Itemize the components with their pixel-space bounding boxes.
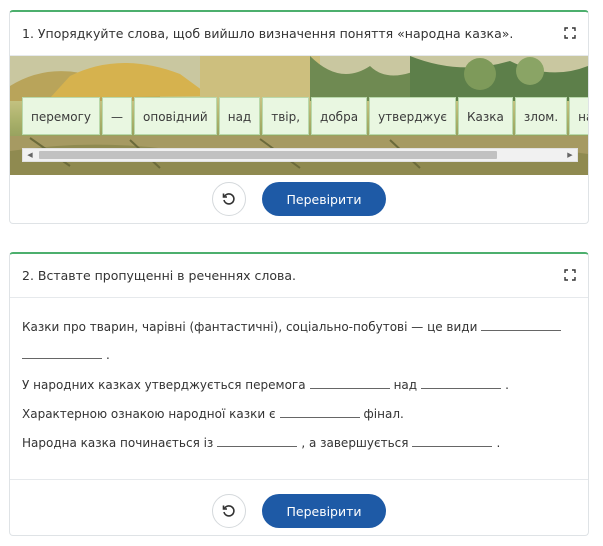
task-2-header: 2. Вставте пропущенні в реченнях слова. (10, 254, 588, 298)
task-1-header: 1. Упорядкуйте слова, щоб вийшло визначе… (10, 12, 588, 56)
reset-icon (222, 193, 235, 205)
word-chip[interactable]: Казка (458, 97, 513, 135)
word-chip[interactable]: — (102, 97, 133, 135)
blank-input[interactable] (421, 376, 502, 389)
task-1-title: 1. Упорядкуйте слова, щоб вийшло визначе… (22, 26, 514, 41)
check-button[interactable]: Перевірити (262, 494, 386, 528)
scroll-left-icon[interactable]: ◀ (23, 149, 37, 161)
blank-input[interactable] (22, 346, 102, 359)
word-chip[interactable]: наро (569, 97, 588, 135)
word-bank: перемогу — оповідний над твір, добра утв… (22, 97, 588, 135)
blank-input[interactable] (309, 376, 390, 389)
reset-button[interactable] (212, 182, 246, 216)
horizontal-scrollbar[interactable]: ◀ ▶ (22, 148, 578, 162)
word-chip[interactable]: над (218, 97, 261, 135)
sentence-4: Народна казка починається із, а завершує… (22, 434, 501, 450)
word-chip[interactable]: утверджує (369, 97, 457, 135)
blank-input[interactable] (412, 434, 493, 447)
sentence-1-cont: . (22, 346, 110, 362)
sentence-2: У народних казках утверджується перемога… (22, 376, 509, 392)
word-chip[interactable]: злом. (514, 97, 568, 135)
sentence-3: Характерною ознакою народної казки є фіна… (22, 405, 404, 421)
sentence-1: Казки про тварин, чарівні (фантастичні),… (22, 318, 565, 334)
task-2-title: 2. Вставте пропущенні в реченнях слова. (22, 268, 296, 283)
task-1-actions: Перевірити (10, 182, 588, 216)
divider (10, 479, 588, 480)
reset-icon (222, 505, 235, 517)
fullscreen-icon[interactable] (562, 267, 578, 283)
word-chip[interactable]: твір, (262, 97, 310, 135)
word-chip[interactable]: перемогу (22, 97, 101, 135)
background-picture: перемогу — оповідний над твір, добра утв… (10, 56, 588, 175)
blank-input[interactable] (279, 405, 360, 418)
check-button[interactable]: Перевірити (262, 182, 386, 216)
blank-input[interactable] (481, 318, 562, 331)
task-card-1: 1. Упорядкуйте слова, щоб вийшло визначе… (9, 10, 589, 224)
scrollbar-thumb[interactable] (39, 151, 497, 159)
blank-input[interactable] (217, 434, 298, 447)
reset-button[interactable] (212, 494, 246, 528)
task-card-2: 2. Вставте пропущенні в реченнях слова. … (9, 252, 589, 536)
word-chip[interactable]: оповідний (134, 97, 217, 135)
task-2-actions: Перевірити (10, 494, 588, 528)
word-chip[interactable]: добра (311, 97, 368, 135)
scroll-right-icon[interactable]: ▶ (563, 149, 577, 161)
fullscreen-icon[interactable] (562, 25, 578, 41)
